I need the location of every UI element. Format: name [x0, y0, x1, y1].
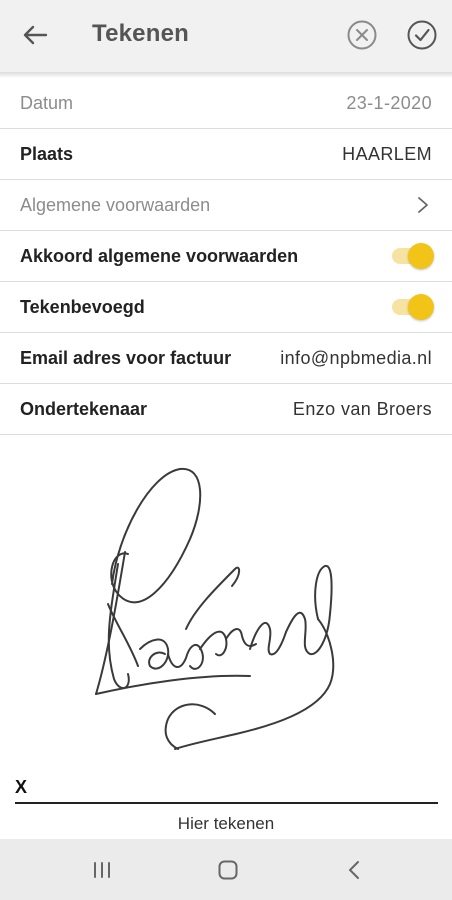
toggle-knob: [408, 294, 434, 320]
page-title: Tekenen: [92, 20, 189, 47]
date-value: 23-1-2020: [346, 92, 432, 113]
recent-apps-button[interactable]: [88, 857, 116, 883]
app-bar: Tekenen: [0, 0, 452, 72]
authorized-toggle[interactable]: [392, 294, 434, 320]
row-label: Tekenbevoegd: [20, 296, 145, 317]
terms-toggle[interactable]: [392, 243, 434, 269]
row-label: Plaats: [20, 143, 74, 164]
toggle-knob: [408, 243, 434, 269]
home-button[interactable]: [214, 857, 242, 883]
signer-value: Enzo van Broers: [292, 398, 432, 419]
nav-back-icon: [349, 861, 359, 879]
signature-drawing: [95, 467, 335, 750]
signature-pad[interactable]: X Hier tekenen: [0, 444, 452, 839]
row-label: Ondertekenaar: [20, 398, 148, 419]
signature-hint: Hier tekenen: [177, 814, 275, 833]
arrow-left-icon: [23, 25, 48, 45]
row-tekenbevoegd: Tekenbevoegd: [0, 282, 452, 333]
back-button[interactable]: [18, 18, 52, 52]
circle-x-icon: [347, 20, 377, 50]
row-ondertekenaar[interactable]: Ondertekenaar Enzo van Broers: [0, 384, 452, 435]
chevron-right-icon: [418, 197, 428, 213]
recent-apps-icon: [94, 862, 110, 878]
row-label: Akkoord algemene voorwaarden: [20, 245, 299, 266]
row-label: Algemene voorwaarden: [20, 194, 211, 215]
row-label: Datum: [20, 92, 74, 113]
nav-back-button[interactable]: [340, 857, 368, 883]
form-list: Datum 23-1-2020 Plaats HAARLEM Algemene …: [0, 78, 452, 435]
row-akkoord: Akkoord algemene voorwaarden: [0, 231, 452, 282]
row-datum[interactable]: Datum 23-1-2020: [0, 78, 452, 129]
row-algemene-voorwaarden[interactable]: Algemene voorwaarden: [0, 180, 452, 231]
email-value: info@npbmedia.nl: [280, 347, 432, 368]
row-label: Email adres voor factuur: [20, 347, 232, 368]
place-value: HAARLEM: [342, 143, 432, 164]
home-icon: [218, 860, 238, 880]
system-navbar: [0, 839, 452, 900]
signature-line: [15, 802, 438, 804]
signature-x-mark: X: [15, 777, 28, 797]
confirm-button[interactable]: [406, 19, 438, 51]
row-email[interactable]: Email adres voor factuur info@npbmedia.n…: [0, 333, 452, 384]
circle-check-icon: [407, 20, 437, 50]
cancel-button[interactable]: [346, 19, 378, 51]
row-plaats[interactable]: Plaats HAARLEM: [0, 129, 452, 180]
